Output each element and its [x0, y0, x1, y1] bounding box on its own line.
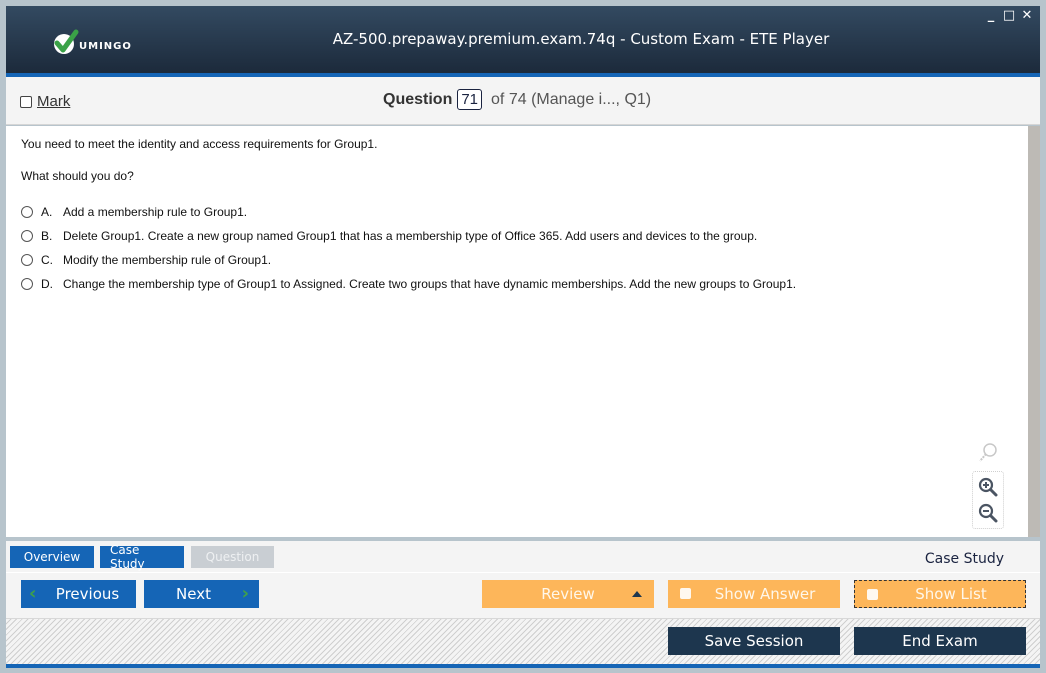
- option-text: Delete Group1. Create a new group named …: [63, 229, 758, 243]
- section-label: Case Study: [924, 551, 1004, 567]
- footer-bar: Save Session End Exam: [6, 618, 1040, 664]
- option-text: Change the membership type of Group1 to …: [63, 277, 797, 291]
- tab-case-study[interactable]: Case Study: [100, 543, 184, 571]
- question-label: Question: [383, 90, 453, 108]
- option-letter: B.: [41, 229, 53, 243]
- question-content: You need to meet the identity and access…: [6, 126, 1028, 537]
- footer-accent-bar: [6, 664, 1040, 668]
- checkbox-icon[interactable]: [20, 95, 32, 108]
- caret-up-icon: [632, 591, 642, 597]
- option-text: Add a membership rule to Group1.: [63, 205, 248, 219]
- question-number-input[interactable]: 71: [457, 89, 483, 110]
- checkbox-icon: [680, 588, 691, 599]
- window-controls: _ □ ✕: [984, 8, 1034, 23]
- close-button[interactable]: ✕: [1020, 8, 1034, 23]
- question-number-display: Question 71 of 74 (Manage i..., Q1): [383, 89, 651, 110]
- option-letter: D.: [41, 277, 53, 291]
- radio-button[interactable]: [21, 254, 33, 266]
- answer-options: A. Add a membership rule to Group1. B. D…: [21, 200, 796, 296]
- option-b[interactable]: B. Delete Group1. Create a new group nam…: [21, 224, 796, 248]
- radio-button[interactable]: [21, 206, 33, 218]
- review-label: Review: [541, 585, 595, 603]
- option-letter: A.: [41, 205, 53, 219]
- question-prompt: What should you do?: [21, 169, 134, 183]
- mark-label: Mark: [37, 93, 71, 110]
- chevron-right-icon: ›: [241, 583, 249, 604]
- checkbox-icon: [867, 589, 878, 600]
- navigation-bar: ‹ Previous Next › Review Show Answer Sho…: [6, 573, 1040, 618]
- review-button[interactable]: Review: [482, 580, 654, 608]
- next-button[interactable]: Next ›: [144, 580, 259, 608]
- option-text: Modify the membership rule of Group1.: [63, 253, 272, 267]
- chevron-left-icon: ‹: [29, 583, 37, 604]
- option-a[interactable]: A. Add a membership rule to Group1.: [21, 200, 796, 224]
- show-answer-button[interactable]: Show Answer: [668, 580, 840, 608]
- minimize-button[interactable]: _: [984, 8, 998, 23]
- magnifier-icon[interactable]: [976, 441, 1000, 465]
- title-bar: UMINGO AZ-500.prepaway.premium.exam.74q …: [6, 6, 1040, 77]
- question-intro: You need to meet the identity and access…: [21, 137, 378, 151]
- zoom-tools: [972, 441, 1004, 529]
- option-c[interactable]: C. Modify the membership rule of Group1.: [21, 248, 796, 272]
- show-list-button[interactable]: Show List: [854, 580, 1026, 608]
- question-header: Mark Question 71 of 74 (Manage i..., Q1): [6, 77, 1040, 125]
- save-session-button[interactable]: Save Session: [668, 627, 840, 655]
- previous-label: Previous: [55, 585, 120, 603]
- maximize-button[interactable]: □: [1002, 8, 1016, 23]
- option-letter: C.: [41, 253, 53, 267]
- window-title: AZ-500.prepaway.premium.exam.74q - Custo…: [332, 30, 830, 48]
- radio-button[interactable]: [21, 278, 33, 290]
- question-of-text: of 74 (Manage i..., Q1): [491, 90, 652, 108]
- zoom-in-icon[interactable]: [976, 474, 1000, 500]
- tab-overview[interactable]: Overview: [10, 546, 94, 568]
- show-answer-label: Show Answer: [714, 585, 816, 603]
- vertical-scrollbar[interactable]: [1028, 126, 1040, 537]
- mark-checkbox[interactable]: Mark: [20, 93, 70, 110]
- show-list-label: Show List: [915, 585, 987, 603]
- next-label: Next: [176, 585, 211, 603]
- tab-question[interactable]: Question: [191, 546, 274, 568]
- section-tabs: Overview Case Study Question Case Study: [6, 541, 1040, 573]
- previous-button[interactable]: ‹ Previous: [21, 580, 136, 608]
- zoom-out-icon[interactable]: [976, 500, 1000, 526]
- zoom-controls: [972, 471, 1004, 529]
- ete-player-window: UMINGO AZ-500.prepaway.premium.exam.74q …: [0, 0, 1046, 673]
- option-d[interactable]: D. Change the membership type of Group1 …: [21, 272, 796, 296]
- end-exam-button[interactable]: End Exam: [854, 627, 1026, 655]
- radio-button[interactable]: [21, 230, 33, 242]
